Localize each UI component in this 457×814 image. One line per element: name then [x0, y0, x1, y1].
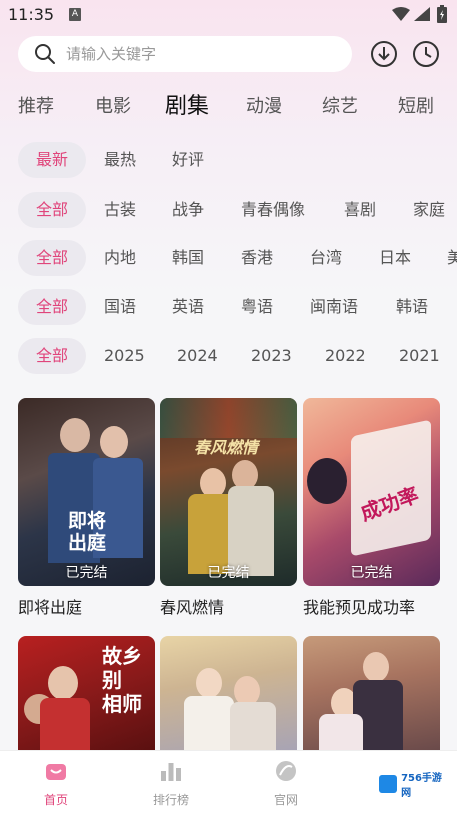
- poster-art-text: 春风燃情: [194, 438, 259, 457]
- history-icon[interactable]: [412, 40, 440, 68]
- watermark-logo: 756手游网: [379, 773, 447, 799]
- sort-filter-row: 最新 最热 好评: [0, 142, 457, 180]
- nav-home[interactable]: 首页: [26, 759, 86, 808]
- region-filter-row: 全部 内地 韩国 香港 台湾 日本 美: [0, 240, 457, 278]
- search-icon: [35, 44, 55, 64]
- filter-year-2021[interactable]: 2021: [399, 338, 440, 374]
- filter-genre-comedy[interactable]: 喜剧: [344, 192, 376, 228]
- watermark-text: 756手游网: [401, 773, 442, 799]
- nav-label: 首页: [43, 793, 68, 807]
- filter-lang-korean[interactable]: 韩语: [396, 289, 428, 325]
- poster-card[interactable]: 成功率 已完结 我能预见成功率: [303, 398, 440, 618]
- tab-series[interactable]: 剧集: [165, 86, 209, 128]
- tab-short-drama[interactable]: 短剧: [398, 86, 434, 128]
- home-icon: [46, 764, 66, 780]
- poster-art-text: 即将出庭: [68, 510, 107, 554]
- filter-sort-hot[interactable]: 最热: [104, 142, 136, 178]
- filter-year-all[interactable]: 全部: [18, 338, 86, 374]
- nav-label: 官网: [273, 793, 298, 807]
- language-filter-row: 全部 国语 英语 粤语 闽南语 韩语: [0, 289, 457, 327]
- status-bar: 11:35 A: [0, 0, 457, 30]
- ranking-icon: [161, 763, 181, 781]
- poster-art-text: 故乡别 相师: [102, 644, 142, 716]
- filter-region-japan[interactable]: 日本: [379, 240, 411, 276]
- website-icon: [276, 761, 296, 781]
- filter-region-hongkong[interactable]: 香港: [241, 240, 273, 276]
- filter-lang-mandarin[interactable]: 国语: [104, 289, 136, 325]
- filter-year-2024[interactable]: 2024: [177, 338, 218, 374]
- filter-genre-family[interactable]: 家庭: [413, 192, 445, 228]
- year-filter-row: 全部 2025 2024 2023 2022 2021: [0, 338, 457, 376]
- filter-region-usa[interactable]: 美: [447, 240, 457, 276]
- filter-sort-latest[interactable]: 最新: [18, 142, 86, 178]
- nav-website[interactable]: 官网: [256, 759, 316, 808]
- filter-lang-all[interactable]: 全部: [18, 289, 86, 325]
- nav-ranking[interactable]: 排行榜: [141, 759, 201, 808]
- tab-anime[interactable]: 动漫: [246, 86, 282, 128]
- poster-image[interactable]: 即将出庭 已完结: [18, 398, 155, 586]
- poster-title: 春风燃情: [160, 598, 225, 617]
- tab-recommend[interactable]: 推荐: [18, 86, 54, 128]
- search-input[interactable]: [66, 45, 306, 63]
- poster-title: 即将出庭: [18, 598, 83, 617]
- filter-sort-rated[interactable]: 好评: [172, 142, 204, 178]
- filter-genre-war[interactable]: 战争: [172, 192, 204, 228]
- filter-lang-english[interactable]: 英语: [172, 289, 204, 325]
- signal-icon: [414, 7, 430, 21]
- filter-year-2023[interactable]: 2023: [251, 338, 292, 374]
- poster-card[interactable]: [303, 636, 440, 750]
- poster-title: 我能预见成功率: [303, 598, 416, 617]
- filter-region-mainland[interactable]: 内地: [104, 240, 136, 276]
- filter-genre-all[interactable]: 全部: [18, 192, 86, 228]
- nav-label: 排行榜: [152, 793, 189, 807]
- tab-movie[interactable]: 电影: [95, 86, 131, 128]
- filter-lang-hokkien[interactable]: 闽南语: [310, 289, 358, 325]
- poster-card[interactable]: [160, 636, 297, 750]
- battery-icon: [437, 5, 447, 23]
- tab-variety[interactable]: 综艺: [322, 86, 358, 128]
- poster-card[interactable]: 春风燃情 已完结 春风燃情: [160, 398, 297, 618]
- download-icon[interactable]: [370, 40, 398, 68]
- poster-status: 已完结: [350, 565, 393, 581]
- poster-image[interactable]: 成功率 已完结: [303, 398, 440, 586]
- poster-status: 已完结: [65, 565, 108, 581]
- poster-image[interactable]: [303, 636, 440, 750]
- watermark-icon: [379, 775, 398, 793]
- poster-status: 已完结: [207, 565, 250, 581]
- filter-region-all[interactable]: 全部: [18, 240, 86, 276]
- genre-filter-row: 全部 古装 战争 青春偶像 喜剧 家庭: [0, 192, 457, 230]
- status-time: 11:35: [8, 5, 55, 24]
- filter-year-2022[interactable]: 2022: [325, 338, 366, 374]
- notification-icon: A: [69, 8, 81, 21]
- poster-card[interactable]: 即将出庭 已完结 即将出庭: [18, 398, 155, 618]
- poster-image[interactable]: 春风燃情 已完结: [160, 398, 297, 586]
- poster-image[interactable]: 故乡别 相师: [18, 636, 155, 750]
- poster-image[interactable]: [160, 636, 297, 750]
- filter-genre-costume[interactable]: 古装: [104, 192, 136, 228]
- filter-region-taiwan[interactable]: 台湾: [310, 240, 342, 276]
- wifi-icon: [392, 7, 410, 21]
- filter-year-2025[interactable]: 2025: [104, 338, 145, 374]
- search-bar[interactable]: [18, 36, 352, 72]
- category-tabs: 推荐 电影 剧集 动漫 综艺 短剧: [0, 86, 457, 128]
- filter-region-korea[interactable]: 韩国: [172, 240, 204, 276]
- filter-genre-youth[interactable]: 青春偶像: [241, 192, 305, 228]
- poster-card[interactable]: 故乡别 相师: [18, 636, 155, 750]
- filter-lang-cantonese[interactable]: 粤语: [241, 289, 273, 325]
